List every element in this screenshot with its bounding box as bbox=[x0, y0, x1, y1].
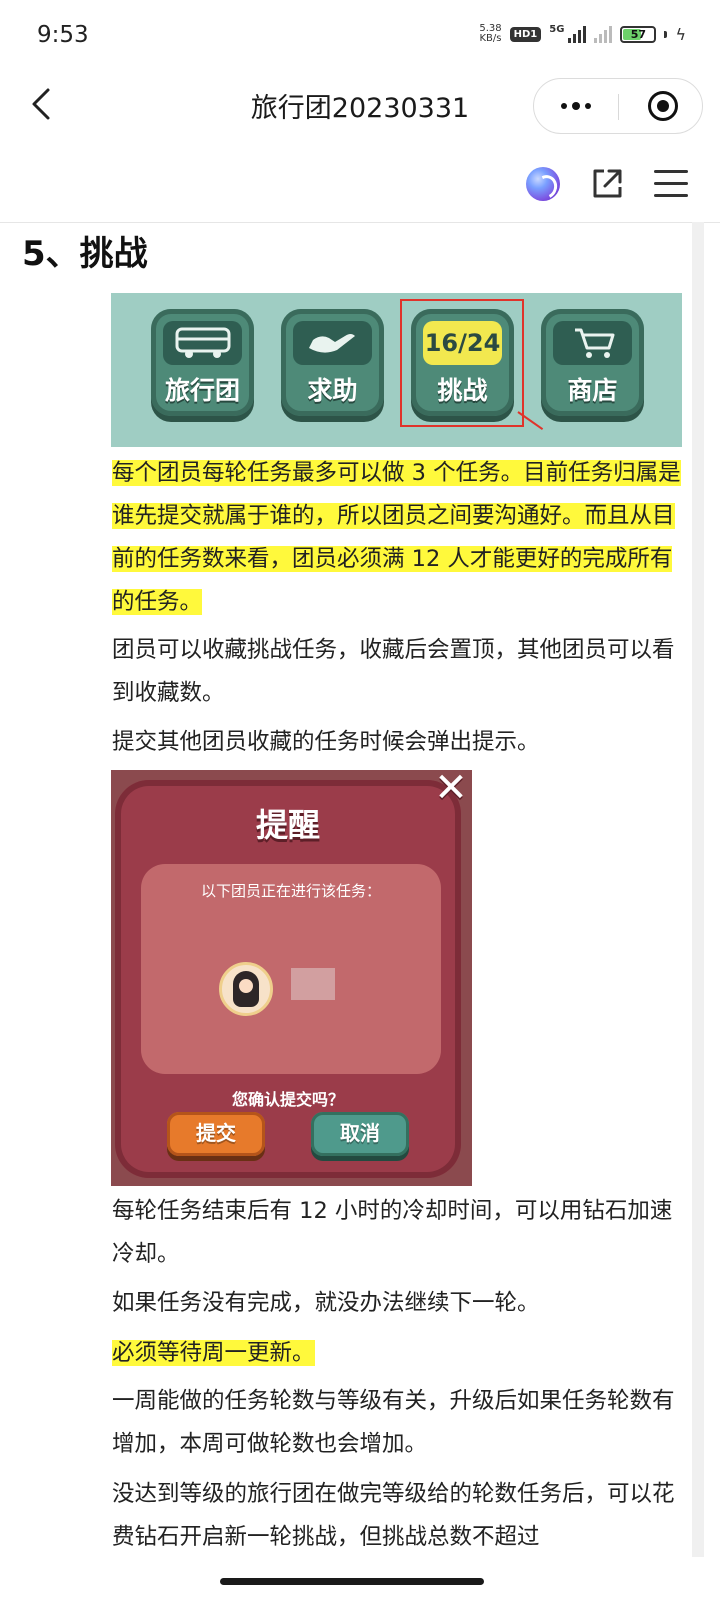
paragraph-not-reached: 没达到等级的旅行团在做完等级给的轮数任务后，可以花费钻石开启新一轮挑战，但挑战总… bbox=[112, 1481, 675, 1550]
paragraph-submit-prompt: 提交其他团员收藏的任务时候会弹出提示。 bbox=[112, 729, 540, 755]
nav-bar: 旅行团20230331 bbox=[0, 72, 720, 136]
paragraph-favorite: 团员可以收藏挑战任务，收藏后会置顶，其他团员可以看到收藏数。 bbox=[112, 637, 675, 706]
tile-label: 商店 bbox=[567, 376, 618, 405]
reminder-dialog-screenshot: 提醒 以下团员正在进行该任务： 您确认提交吗？ 提交 取消 ✕ bbox=[111, 770, 472, 1186]
paragraph-no-complete: 如果任务没有完成，就没办法继续下一轮。 bbox=[112, 1290, 540, 1316]
dialog-question: 您确认提交吗？ bbox=[231, 1090, 344, 1109]
red-highlight-box bbox=[400, 299, 524, 427]
scrollbar-track[interactable] bbox=[692, 222, 704, 1557]
dialog-message: 以下团员正在进行该任务： bbox=[200, 882, 381, 900]
dialog-panel: 以下团员正在进行该任务： bbox=[141, 864, 441, 1074]
cart-icon bbox=[553, 321, 632, 365]
paragraph-rounds-level: 一周能做的任务轮数与等级有关，升级后如果任务轮数有增加，本周可做轮数也会增加。 bbox=[112, 1388, 675, 1457]
ai-assistant-icon[interactable] bbox=[526, 167, 560, 201]
paragraph-wait-monday: 必须等待周一更新。 bbox=[112, 1332, 687, 1375]
article-content: 5、挑战 旅行团 求助 16/24 挑战 商店 每个团员每轮任务最多可以做 3 … bbox=[0, 222, 720, 1557]
game-menu-screenshot: 旅行团 求助 16/24 挑战 商店 bbox=[111, 293, 682, 447]
blurred-username bbox=[291, 968, 335, 1000]
menu-icon[interactable] bbox=[654, 170, 688, 198]
capsule-divider bbox=[618, 94, 619, 120]
signal-secondary-icon bbox=[594, 25, 613, 43]
status-bar: 9:53 5.38 KB/s HD1 5G 57 ϟ bbox=[0, 0, 720, 72]
battery-cap bbox=[664, 30, 668, 38]
close-icon: ✕ bbox=[434, 770, 468, 811]
battery-icon: 57 bbox=[620, 25, 657, 43]
avatar bbox=[219, 962, 273, 1016]
highlighted-text: 每个团员每轮任务最多可以做 3 个任务。目前任务归属是谁先提交就属于谁的，所以团… bbox=[112, 460, 681, 615]
more-dot-icon bbox=[561, 103, 567, 109]
more-dot-icon bbox=[572, 102, 580, 110]
external-link-icon bbox=[593, 169, 622, 198]
status-time: 9:53 bbox=[37, 22, 89, 48]
dialog-title: 提醒 bbox=[255, 806, 320, 844]
highlighted-text: 必须等待周一更新。 bbox=[112, 1340, 315, 1366]
dialog-frame: 提醒 以下团员正在进行该任务： 您确认提交吗？ 提交 取消 bbox=[115, 780, 461, 1178]
more-button[interactable] bbox=[534, 79, 618, 133]
dialog-submit-button: 提交 bbox=[167, 1112, 265, 1156]
network-speed-unit: KB/s bbox=[479, 33, 502, 44]
battery-percent: 57 bbox=[630, 27, 647, 41]
hand-icon bbox=[293, 321, 372, 365]
miniprogram-capsule bbox=[533, 78, 703, 134]
share-button[interactable] bbox=[590, 167, 624, 201]
signal-strength-icon bbox=[568, 25, 587, 43]
section-heading: 5、挑战 bbox=[22, 234, 148, 274]
bus-icon bbox=[163, 321, 242, 365]
network-type-label: 5G bbox=[549, 24, 565, 35]
shop-tile: 商店 bbox=[541, 309, 644, 416]
more-dot-icon bbox=[585, 103, 591, 109]
dialog-cancel-button: 取消 bbox=[311, 1112, 409, 1156]
paragraph-cooldown: 每轮任务结束后有 12 小时的冷却时间，可以用钻石加速冷却。 bbox=[112, 1198, 673, 1267]
tile-label: 旅行团 bbox=[164, 376, 240, 405]
close-target-icon[interactable] bbox=[648, 91, 678, 121]
help-tile: 求助 bbox=[281, 309, 384, 416]
tour-group-tile: 旅行团 bbox=[151, 309, 254, 416]
home-indicator[interactable] bbox=[220, 1578, 484, 1585]
doc-toolbar bbox=[0, 150, 720, 223]
highlighted-paragraph: 每个团员每轮任务最多可以做 3 个任务。目前任务归属是谁先提交就属于谁的，所以团… bbox=[112, 452, 687, 624]
tile-label: 求助 bbox=[307, 376, 358, 405]
charging-icon: ϟ bbox=[675, 24, 686, 44]
status-icons: 5.38 KB/s HD1 5G 57 ϟ bbox=[479, 24, 686, 44]
network-speed: 5.38 KB/s bbox=[479, 24, 501, 44]
hd-badge: HD1 bbox=[509, 26, 542, 42]
